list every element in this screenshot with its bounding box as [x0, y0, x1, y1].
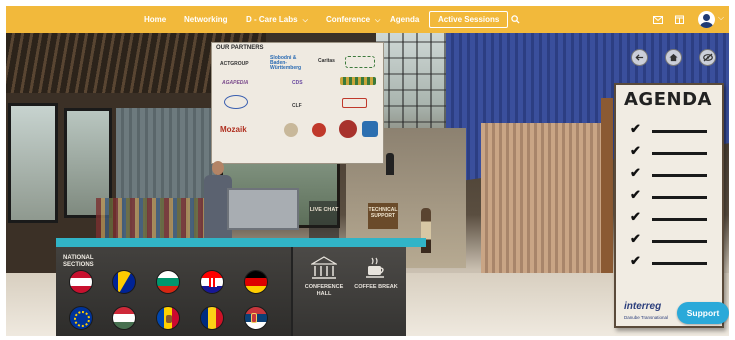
nav-agenda[interactable]: Agenda — [390, 6, 419, 33]
partner-logo-mark — [224, 95, 248, 109]
counter-top-accent — [56, 238, 426, 247]
nav-conference[interactable]: Conference ⌵ — [326, 6, 380, 33]
check-icon: ✔ — [630, 253, 641, 268]
check-icon: ✔ — [630, 121, 641, 136]
flag-serbia[interactable] — [244, 306, 268, 330]
coffee-break-label: COFFEE BREAK — [354, 284, 398, 290]
arrow-left-icon — [635, 54, 644, 61]
flag-hungary[interactable] — [112, 306, 136, 330]
search-icon[interactable] — [509, 13, 522, 26]
partners-billboard[interactable]: OUR PARTNERS ACTGROUP Slobodni & Baden-W… — [211, 42, 384, 164]
agenda-row: ✔ — [630, 187, 710, 203]
chevron-down-icon[interactable]: ⌵ — [718, 13, 724, 23]
partner-logo: CLF — [292, 103, 302, 109]
top-nav-bar: Home Networking D - Care Labs ⌵ Conferenc… — [6, 6, 729, 33]
check-icon: ✔ — [630, 209, 641, 224]
conference-hall-button[interactable]: CONFERENCE HALL — [300, 256, 348, 316]
agenda-board[interactable]: AGENDA ✔ ✔ ✔ ✔ ✔ ✔ ✔ interreg Danube Tra… — [614, 83, 724, 328]
interreg-logo: interreg — [624, 301, 662, 312]
nav-labs[interactable]: D - Care Labs ⌵ — [246, 6, 308, 33]
partner-logo-mark — [345, 56, 375, 68]
partner-logo-mark — [340, 77, 376, 85]
agenda-row: ✔ — [630, 209, 710, 225]
hide-ui-button[interactable] — [699, 49, 716, 66]
agenda-line — [652, 262, 707, 265]
flag-eu[interactable] — [69, 306, 93, 330]
nav-conference-label: Conference — [326, 15, 371, 24]
agenda-row: ✔ — [630, 231, 710, 247]
agenda-row: ✔ — [630, 165, 710, 181]
check-icon: ✔ — [630, 187, 641, 202]
mail-icon[interactable] — [651, 13, 664, 26]
partner-logo-mark — [342, 98, 367, 108]
check-icon: ✔ — [630, 231, 641, 246]
chevron-down-icon: ⌵ — [302, 17, 308, 24]
partners-title: OUR PARTNERS — [216, 45, 264, 51]
partner-logo-mark — [339, 120, 357, 138]
live-chat-sign[interactable]: LIVE CHAT — [309, 201, 339, 241]
nav-home[interactable]: Home — [144, 6, 166, 33]
nav-labs-label: D - Care Labs — [246, 15, 298, 24]
nav-networking[interactable]: Networking — [184, 6, 228, 33]
support-button[interactable]: Support — [677, 302, 729, 324]
flag-austria[interactable] — [69, 270, 93, 294]
avatar-head — [703, 14, 710, 21]
partner-logo-mark — [312, 123, 326, 137]
desk-monitor — [227, 188, 299, 230]
agenda-row: ✔ — [630, 121, 710, 137]
building-icon — [311, 256, 337, 279]
eye-slash-icon — [702, 53, 713, 62]
agenda-title: AGENDA — [624, 89, 712, 110]
agenda-row: ✔ — [630, 253, 710, 269]
partner-logo: Slobodni & Baden-Württemberg — [270, 55, 302, 71]
coffee-break-button[interactable]: COFFEE BREAK — [352, 256, 400, 316]
partner-logo-mark — [284, 123, 298, 137]
agenda-line — [652, 218, 707, 221]
main-nav: Home Networking D - Care Labs ⌵ Conferenc… — [6, 6, 729, 33]
agenda-line — [652, 130, 707, 133]
home-icon — [669, 53, 678, 62]
flag-croatia[interactable] — [200, 270, 224, 294]
partner-logo: Mozaik — [220, 125, 247, 134]
check-icon: ✔ — [630, 143, 641, 158]
check-icon: ✔ — [630, 165, 641, 180]
partner-logo: Caritas — [318, 58, 335, 64]
partner-logo: ACTGROUP — [220, 61, 249, 67]
agenda-line — [652, 196, 707, 199]
technical-support-sign[interactable]: TECHNICAL SUPPORT — [368, 203, 398, 229]
coffee-cup-icon — [366, 257, 384, 278]
nav-active-sessions-button[interactable]: Active Sessions — [429, 11, 509, 28]
flag-germany[interactable] — [244, 270, 268, 294]
back-button[interactable] — [631, 49, 648, 66]
receptionist-head — [212, 161, 224, 175]
agenda-line — [652, 152, 707, 155]
bookshelf — [96, 198, 216, 238]
flag-bosnia[interactable] — [112, 270, 136, 294]
virtual-venue-frame: Home Networking D - Care Labs ⌵ Conferenc… — [6, 6, 729, 336]
partner-logo: CDS — [292, 80, 303, 86]
partner-logo-mark — [362, 121, 378, 137]
flag-bulgaria[interactable] — [156, 270, 180, 294]
national-sections-label: NATIONAL SECTIONS — [63, 255, 94, 268]
conference-hall-label: CONFERENCE HALL — [304, 284, 344, 297]
user-avatar-icon[interactable] — [698, 11, 715, 28]
avatar-body — [700, 22, 713, 28]
agenda-line — [652, 174, 707, 177]
agenda-row: ✔ — [630, 143, 710, 159]
flag-moldova[interactable] — [156, 306, 180, 330]
flag-romania[interactable] — [200, 306, 224, 330]
visitor-figure — [386, 153, 394, 175]
calendar-icon[interactable] — [673, 13, 686, 26]
venue-scene: OUR PARTNERS ACTGROUP Slobodni & Baden-W… — [6, 33, 729, 336]
chevron-down-icon: ⌵ — [375, 17, 381, 24]
agenda-line — [652, 240, 707, 243]
window — [8, 103, 58, 223]
interreg-logo-sub: Danube Transnational — [624, 315, 669, 320]
partner-logo: AGAPEDIA — [222, 80, 249, 86]
home-button[interactable] — [665, 49, 682, 66]
